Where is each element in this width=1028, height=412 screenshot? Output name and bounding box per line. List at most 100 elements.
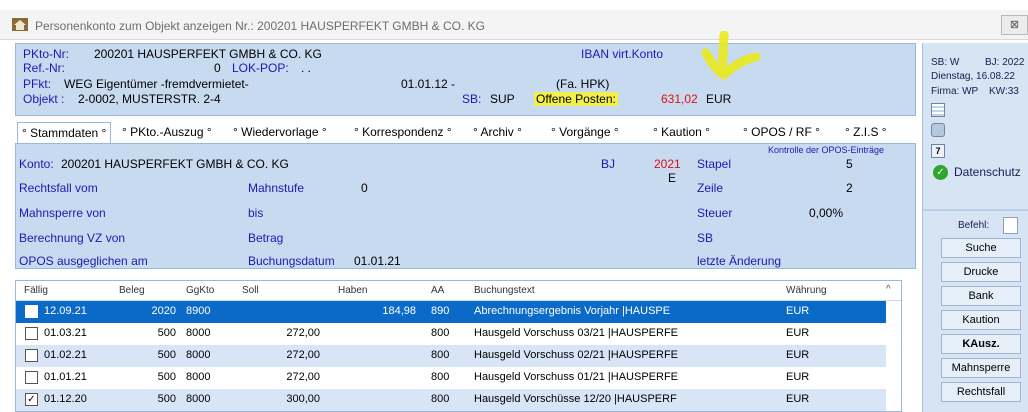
cell-buchungstext: Hausgeld Vorschuss 01/21 |HAUSPERFE: [474, 371, 679, 383]
bookings-table: Fällig Beleg GgKto Soll Haben AA Buchung…: [15, 280, 902, 412]
row-checkbox[interactable]: [25, 371, 38, 384]
bank-button[interactable]: Bank: [941, 286, 1021, 306]
table-row[interactable]: 01.02.21 500 8000 272,00 800 Hausgeld Vo…: [16, 345, 886, 367]
berechnung-label: Berechnung VZ von: [19, 231, 126, 245]
column-header[interactable]: Währung: [786, 285, 827, 296]
tab-vorgaenge[interactable]: ° Vorgänge °: [547, 122, 623, 143]
column-header[interactable]: Buchungstext: [474, 285, 535, 296]
cell-soll: 272,00: [286, 327, 320, 339]
zeile-label: Zeile: [697, 181, 724, 195]
offene-posten-value: 631,02: [661, 92, 698, 106]
tab-korrespondenz[interactable]: ° Korrespondenz °: [350, 122, 456, 143]
rechtsfall-button[interactable]: Rechtsfall: [941, 382, 1021, 402]
column-header[interactable]: AA: [431, 285, 444, 296]
objekt-value: 2-0002, MUSTERSTR. 2-4: [78, 92, 221, 106]
cell-faellig: 01.01.21: [44, 371, 87, 383]
sb-label: SB:: [462, 92, 482, 106]
table-row[interactable]: 12.09.21 2020 8900 184,98 890 Abrechnung…: [16, 301, 886, 323]
column-header[interactable]: Haben: [338, 285, 367, 296]
title-bar: Personenkonto zum Objekt anzeigen Nr.: 2…: [0, 10, 1028, 40]
calculator-icon[interactable]: [931, 103, 945, 117]
check-circle-icon: ✓: [933, 165, 948, 180]
cell-soll: 300,00: [286, 393, 320, 405]
zeile-value: 2: [846, 181, 853, 195]
tab-wiedervorlage[interactable]: ° Wiedervorlage °: [229, 122, 331, 143]
konto-value: 200201 HAUSPERFEKT GMBH & CO. KG: [61, 157, 289, 171]
sb-field-label: SB: [697, 231, 714, 245]
table-row[interactable]: ✓ 01.12.20 500 8000 300,00 800 Hausgeld …: [16, 389, 886, 411]
cell-buchungstext: Abrechnungsergebnis Vorjahr |HAUSPE: [474, 305, 671, 317]
opos-control-legend: Kontrolle der OPOS-Einträge: [768, 145, 885, 155]
sb-user: SB: W: [931, 57, 960, 68]
column-header[interactable]: GgKto: [186, 285, 214, 296]
mahnstufe-value: 0: [361, 181, 368, 195]
cell-faellig: 12.09.21: [44, 305, 87, 317]
betrag-label: Betrag: [248, 231, 284, 245]
letzte-aenderung-label: letzte Änderung: [697, 254, 782, 268]
pkto-label: PKto-Nr:: [23, 47, 70, 61]
close-button[interactable]: ⊠: [1001, 15, 1028, 35]
buchungsdatum-label: Buchungsdatum: [248, 254, 335, 268]
drucke-button[interactable]: Drucke: [941, 262, 1021, 282]
befehl-input[interactable]: [1003, 217, 1018, 234]
ref-value: 0: [214, 61, 221, 75]
steuer-label: Steuer: [697, 206, 733, 220]
tab-archiv[interactable]: ° Archiv °: [469, 122, 526, 143]
cell-aa: 800: [431, 393, 450, 405]
window-title: Personenkonto zum Objekt anzeigen Nr.: 2…: [35, 19, 485, 33]
befehl-label: Befehl:: [958, 220, 990, 231]
cell-faellig: 01.02.21: [44, 349, 87, 361]
stapel-label: Stapel: [697, 157, 732, 171]
opos-ausgeglichen-label: OPOS ausgeglichen am: [19, 254, 148, 268]
kaution-button[interactable]: Kaution: [941, 310, 1021, 330]
ref-label: Ref.-Nr:: [23, 61, 65, 75]
row-checkbox[interactable]: [25, 305, 38, 318]
lokpop-label: LOK-POP:: [232, 61, 289, 75]
command-panel: Befehl: Suche Drucke Bank Kaution KAusz.…: [922, 209, 1028, 412]
tab-pkto-auszug[interactable]: ° PKto.-Auszug °: [118, 122, 216, 143]
scroll-up-icon[interactable]: ^: [886, 284, 891, 295]
cell-faellig: 01.12.20: [44, 393, 87, 405]
table-row[interactable]: 01.03.21 500 8000 272,00 800 Hausgeld Vo…: [16, 323, 886, 345]
print-icon[interactable]: [931, 123, 945, 137]
tab-kaution[interactable]: ° Kaution °: [649, 122, 714, 143]
pkto-value: 200201 HAUSPERFEKT GMBH & CO. KG: [94, 47, 322, 61]
bj-year: BJ: 2022: [985, 57, 1025, 68]
bis-label: bis: [248, 206, 264, 220]
tab-stammdaten[interactable]: ° Stammdaten °: [17, 122, 112, 143]
mahnsperre-button[interactable]: Mahnsperre: [941, 358, 1021, 378]
cell-soll: 272,00: [286, 371, 320, 383]
row-checkbox[interactable]: [25, 327, 38, 340]
kausz-button[interactable]: KAusz.: [941, 334, 1021, 354]
konto-label: Konto:: [19, 157, 54, 171]
cell-waehrung: EUR: [786, 305, 810, 317]
row-checkbox[interactable]: [25, 349, 38, 362]
cell-ggkto: 8000: [186, 327, 211, 339]
mahnsperre-label: Mahnsperre von: [19, 206, 106, 220]
datenschutz-label[interactable]: Datenschutz: [954, 165, 1021, 179]
tab-opos-rf[interactable]: ° OPOS / RF °: [739, 122, 824, 143]
column-header[interactable]: Beleg: [119, 285, 145, 296]
cell-beleg: 500: [157, 371, 176, 383]
annotation-arrow-icon: [701, 31, 761, 80]
cell-aa: 800: [431, 349, 450, 361]
cell-waehrung: EUR: [786, 349, 810, 361]
table-header: Fällig Beleg GgKto Soll Haben AA Buchung…: [16, 281, 901, 301]
row-checkbox[interactable]: ✓: [25, 393, 38, 406]
cell-beleg: 500: [157, 349, 176, 361]
cell-haben: 184,98: [382, 305, 416, 317]
tab-zis[interactable]: ° Z.I.S °: [841, 122, 891, 143]
suche-button[interactable]: Suche: [941, 238, 1021, 258]
mahnstufe-label: Mahnstufe: [248, 181, 305, 195]
cell-aa: 800: [431, 371, 450, 383]
objekt-label: Objekt :: [23, 92, 65, 106]
account-header: PKto-Nr: 200201 HAUSPERFEKT GMBH & CO. K…: [15, 31, 916, 116]
table-row[interactable]: 01.01.21 500 8000 272,00 800 Hausgeld Vo…: [16, 367, 886, 389]
calendar-icon[interactable]: 7: [931, 144, 945, 158]
column-header[interactable]: Soll: [242, 285, 259, 296]
column-header[interactable]: Fällig: [24, 285, 48, 296]
cell-faellig: 01.03.21: [44, 327, 87, 339]
cell-aa: 800: [431, 327, 450, 339]
pfkt-value: WEG Eigentümer -fremdvermietet-: [64, 77, 249, 91]
cell-beleg: 500: [157, 393, 176, 405]
